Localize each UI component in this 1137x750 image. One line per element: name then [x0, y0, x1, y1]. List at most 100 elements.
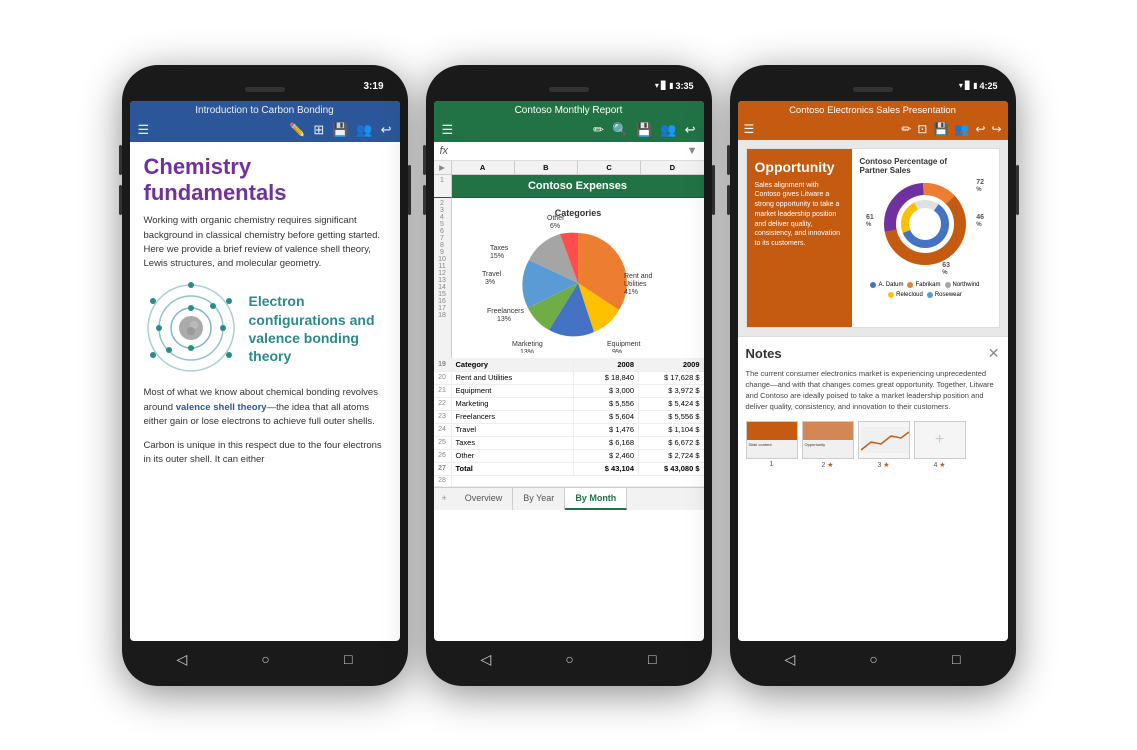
col-a: A [452, 161, 515, 174]
ppt-slide-left: Opportunity Sales alignment with Contoso… [747, 149, 852, 327]
formula-expand-icon[interactable]: ▼ [687, 145, 698, 157]
layout-icon[interactable]: ⊞ [313, 122, 324, 138]
recents-button2[interactable]: □ [648, 651, 656, 667]
excel-hamburger-icon[interactable]: ☰ [442, 122, 454, 138]
ppt-redo-icon[interactable]: ↪ [991, 122, 1001, 136]
col-b: B [515, 161, 578, 174]
legend-dot-fabrikam [907, 282, 913, 288]
excel-col-headers: ▶ A B C D [434, 161, 704, 175]
ppt-notes-close-icon[interactable]: ✕ [988, 345, 1000, 362]
ppt-thumbnails: Slide content 1 Opportunity 2 ★ [746, 421, 1000, 469]
ppt-wifi-icon: ▾ [959, 81, 963, 90]
ppt-notes-text: The current consumer electronics market … [746, 368, 1000, 413]
back-button[interactable]: ◁ [177, 651, 188, 668]
excel-tabs: + Overview By Year By Month [434, 487, 704, 510]
percent-72: 72% [976, 179, 984, 193]
add-sheet-button[interactable]: + [434, 488, 455, 510]
ppt-slide-right: Contoso Percentage ofPartner Sales [852, 149, 999, 327]
back-button2[interactable]: ◁ [481, 651, 492, 668]
row-19: 19 [434, 359, 452, 369]
legend-dot-relecloud [888, 292, 894, 298]
people-icon[interactable]: 👥 [356, 122, 372, 138]
formula-input[interactable] [454, 145, 681, 156]
ppt-donut-wrapper: 72% 61% 46% 63% [880, 179, 970, 274]
excel-search-icon[interactable]: 🔍 [612, 122, 628, 138]
ppt-people-icon[interactable]: 👥 [954, 122, 969, 136]
ppt-hamburger-icon[interactable]: ☰ [744, 122, 755, 136]
slide-num-1: 1 [770, 461, 774, 468]
excel-row-total: 27 Total $ 43,104 $ 43,080 $ [434, 463, 704, 476]
excel-chart-row: 23456789101112131415161718 Categories [434, 198, 704, 358]
home-button[interactable]: ○ [261, 651, 269, 667]
ppt-donut-svg [880, 179, 970, 269]
ppt-battery-icon: ▮ [973, 81, 977, 90]
excel-data-table: 19 Category 2008 2009 20 Rent and Utilit… [434, 358, 704, 487]
phone3-screen: Contoso Electronics Sales Presentation ☰… [738, 101, 1008, 641]
undo-icon[interactable]: ↩ [381, 122, 392, 138]
svg-text:13%: 13% [520, 349, 534, 353]
col-c: C [578, 161, 641, 174]
ppt-notes-header: Notes ✕ [746, 345, 1000, 362]
excel-section-title: Contoso Expenses [452, 175, 704, 198]
edit-icon[interactable]: ✏️ [289, 122, 305, 138]
word-body3: Carbon is unique in this respect due to … [144, 439, 386, 468]
thumb2-content: Opportunity [803, 440, 853, 449]
excel-row-travel: 24 Travel $ 1,476 $ 1,104 $ [434, 424, 704, 437]
excel-chart-area: Categories [452, 198, 704, 358]
recents-button[interactable]: □ [344, 651, 352, 667]
ppt-layout-icon[interactable]: ⊡ [917, 122, 927, 136]
excel-row-other: 26 Other $ 2,460 $ 2,724 $ [434, 450, 704, 463]
col-2008-header: 2008 [574, 358, 640, 371]
excel-save-icon[interactable]: 💾 [636, 122, 652, 138]
back-button3[interactable]: ◁ [785, 651, 796, 668]
hamburger-icon[interactable]: ☰ [138, 122, 150, 138]
word-content: Chemistry fundamentals Working with orga… [130, 142, 400, 632]
excel-edit-icon[interactable]: ✏ [593, 122, 604, 138]
word-toolbar: ☰ ✏️ ⊞ 💾 👥 ↩ [130, 118, 400, 142]
ppt-thumb-4[interactable]: + [914, 421, 966, 459]
percent-63: 63% [942, 262, 950, 276]
excel-people-icon[interactable]: 👥 [660, 122, 676, 138]
home-button3[interactable]: ○ [869, 651, 877, 667]
tab-bymonth[interactable]: By Month [565, 488, 627, 510]
home-button2[interactable]: ○ [565, 651, 573, 667]
col-d: D [641, 161, 703, 174]
ppt-save-icon[interactable]: 💾 [933, 122, 948, 136]
word-title: Introduction to Carbon Bonding [130, 101, 400, 118]
slide-num-4: 4 ★ [933, 461, 945, 469]
ppt-title: Contoso Electronics Sales Presentation [738, 101, 1008, 118]
ppt-thumb-3[interactable] [858, 421, 910, 459]
thumb-wrapper-4: + 4 ★ [914, 421, 966, 469]
svg-text:Travel: Travel [482, 271, 502, 278]
excel-title: Contoso Monthly Report [434, 101, 704, 118]
col-category-header: Category [452, 358, 574, 371]
legend-dot-northwind [945, 282, 951, 288]
excel-undo-icon[interactable]: ↩ [685, 122, 696, 138]
phone1-time: 3:19 [363, 81, 383, 92]
legend-label-northwind: Northwind [953, 282, 980, 288]
ppt-edit-icon[interactable]: ✏ [901, 122, 911, 136]
excel-header: Contoso Monthly Report ☰ ✏ 🔍 💾 👥 ↩ [434, 101, 704, 142]
legend-dot-rosewear [927, 292, 933, 298]
thumb-wrapper-2: Opportunity 2 ★ [802, 421, 854, 469]
recents-button3[interactable]: □ [952, 651, 960, 667]
tab-overview[interactable]: Overview [455, 488, 514, 510]
slide-num-2: 2 ★ [821, 461, 833, 469]
word-link[interactable]: valence shell theory [176, 402, 267, 413]
tab-byyear[interactable]: By Year [513, 488, 565, 510]
ppt-thumb-1[interactable]: Slide content [746, 421, 798, 459]
ppt-thumb-2[interactable]: Opportunity [802, 421, 854, 459]
svg-text:Other: Other [547, 215, 565, 222]
ppt-signal-icon: ▊ [965, 81, 971, 90]
thumb4-add-icon: + [935, 431, 944, 449]
ppt-undo-icon[interactable]: ↩ [975, 122, 985, 136]
phone-ppt: ▾ ▊ ▮ 4:25 Contoso Electronics Sales Pre… [730, 65, 1016, 686]
phone-excel: ▾ ▊ ▮ 3:35 Contoso Monthly Report ☰ ✏ 🔍 … [426, 65, 712, 686]
save-icon[interactable]: 💾 [332, 122, 348, 138]
excel-row-28: 28 [434, 476, 704, 487]
phone2-top-bar: ▾ ▊ ▮ 3:35 [434, 79, 704, 101]
svg-text:41%: 41% [624, 289, 638, 296]
ppt-chart-title: Contoso Percentage ofPartner Sales [860, 157, 991, 175]
thumb1-content: Slide content [747, 440, 797, 449]
fx-label: fx [440, 145, 449, 157]
